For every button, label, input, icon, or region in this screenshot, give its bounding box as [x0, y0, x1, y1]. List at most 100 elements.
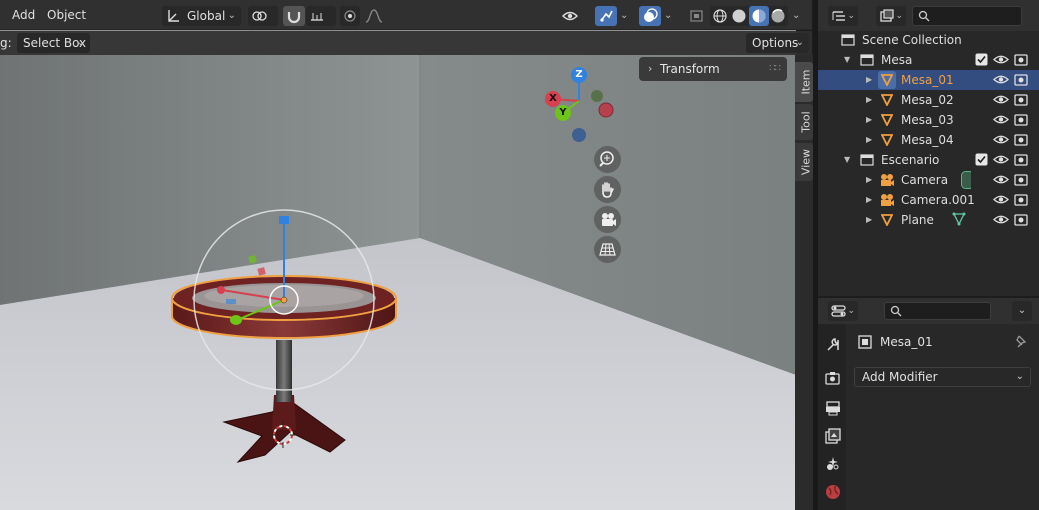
camera-view-button[interactable] — [594, 206, 621, 233]
pivot-icon — [252, 11, 267, 21]
object-name-field[interactable]: Mesa_01 — [880, 335, 933, 349]
expand-arrow-icon[interactable]: ▶ — [866, 170, 872, 190]
expand-arrow-icon[interactable]: ▶ — [866, 110, 872, 130]
chevron-down-icon[interactable]: ⌄ — [620, 10, 628, 21]
eye-icon[interactable] — [993, 73, 1009, 86]
solid-shading-icon[interactable] — [731, 8, 747, 24]
tab-view[interactable]: View — [795, 143, 813, 181]
menu-add[interactable]: Add — [12, 5, 35, 26]
tab-tool[interactable]: Tool — [795, 104, 813, 140]
proportional-edit-toggle[interactable] — [340, 6, 360, 26]
eye-icon[interactable] — [993, 173, 1009, 186]
render-camera-icon[interactable] — [1014, 213, 1028, 226]
list-item[interactable]: ▶ Mesa_04 — [818, 130, 1039, 150]
axis-x-icon[interactable]: X — [545, 91, 561, 107]
xray-toggle[interactable] — [687, 6, 707, 26]
chevron-down-icon[interactable]: ⌄ — [792, 10, 800, 21]
chevron-down-icon[interactable]: ⌄ — [664, 10, 672, 21]
pan-button[interactable] — [594, 176, 621, 203]
list-item[interactable]: Scene Collection — [818, 30, 1039, 50]
expand-arrow-icon[interactable]: ▶ — [866, 190, 872, 210]
render-icon[interactable] — [824, 370, 842, 388]
scene-icon[interactable] — [824, 455, 842, 473]
chevron-down-icon: ⌄ — [795, 37, 804, 48]
list-item[interactable]: ▶ Mesa_02 — [818, 90, 1039, 110]
eye-icon[interactable] — [993, 93, 1009, 106]
expand-arrow-icon[interactable]: ▶ — [866, 90, 872, 110]
expand-arrow-icon[interactable]: ▶ — [866, 130, 872, 150]
collection-icon — [860, 54, 874, 66]
render-camera-icon[interactable] — [1014, 133, 1028, 146]
collapse-arrow-icon[interactable]: ▼ — [844, 150, 850, 170]
editor-type-dropdown[interactable]: ⌄ — [828, 6, 858, 26]
wireframe-icon[interactable] — [712, 8, 728, 24]
zoom-button[interactable] — [594, 146, 621, 173]
eye-icon[interactable] — [993, 153, 1009, 166]
gizmo-toggle[interactable] — [595, 6, 617, 26]
tool-wrench-icon[interactable] — [824, 336, 842, 354]
render-camera-icon[interactable] — [1014, 153, 1028, 166]
expand-arrow-icon[interactable]: ▶ — [866, 210, 872, 230]
overlays-toggle[interactable] — [639, 6, 661, 26]
axis-z-icon[interactable]: Z — [571, 67, 587, 83]
eye-icon[interactable] — [993, 213, 1009, 226]
output-icon[interactable] — [824, 399, 842, 417]
eye-icon[interactable] — [993, 133, 1009, 146]
camera-object-icon — [881, 194, 894, 206]
world-icon[interactable] — [824, 483, 842, 501]
display-mode-dropdown[interactable]: ⌄ — [876, 6, 906, 26]
material-preview-button[interactable] — [749, 6, 769, 26]
list-item[interactable]: ▶ Mesa_01 — [818, 70, 1039, 90]
view-layer-icon — [880, 9, 894, 22]
axis-y-icon[interactable]: Y — [555, 105, 571, 121]
tab-item[interactable]: Item — [795, 62, 813, 102]
options-dropdown[interactable]: Options ⌄ — [746, 33, 809, 53]
list-item[interactable]: ▶ Camera — [818, 170, 1039, 190]
eye-icon[interactable] — [993, 113, 1009, 126]
checkbox-icon[interactable] — [975, 153, 988, 166]
drag-grip-icon[interactable]: ∷∷ — [769, 57, 781, 81]
transform-orientation-dropdown[interactable]: Global ⌄ — [162, 6, 241, 26]
collapse-arrow-icon[interactable]: ▼ — [844, 50, 850, 70]
render-camera-icon[interactable] — [1014, 193, 1028, 206]
list-item[interactable]: ▶ Camera.001 — [818, 190, 1039, 210]
view-layer-icon[interactable] — [824, 427, 842, 445]
visibility-dropdown[interactable] — [559, 6, 589, 26]
camera-data-icon[interactable] — [961, 171, 971, 189]
eye-icon[interactable] — [993, 53, 1009, 66]
add-modifier-dropdown[interactable]: Add Modifier ⌄ — [854, 367, 1031, 387]
pivot-point-dropdown[interactable] — [248, 6, 278, 26]
properties-editor: ⌄ ⌄ Mesa_01 Add Modifier ⌄ — [818, 298, 1039, 510]
transform-panel-header[interactable]: › Transform ∷∷ — [639, 57, 787, 81]
properties-search-input[interactable] — [884, 302, 991, 320]
checkbox-icon[interactable] — [975, 53, 988, 66]
list-item[interactable]: ▶ Mesa_03 — [818, 110, 1039, 130]
menu-object[interactable]: Object — [47, 5, 86, 26]
select-mode-dropdown[interactable]: Select Box ⌄ — [17, 33, 90, 53]
list-item[interactable]: ▼ Escenario — [818, 150, 1039, 170]
render-camera-icon[interactable] — [1014, 53, 1028, 66]
render-camera-icon[interactable] — [1014, 73, 1028, 86]
list-item[interactable]: ▶ Plane — [818, 210, 1039, 230]
rendered-shading-icon[interactable] — [770, 8, 786, 24]
render-camera-icon[interactable] — [1014, 113, 1028, 126]
render-camera-icon[interactable] — [1014, 173, 1028, 186]
outliner-search-input[interactable] — [912, 6, 1022, 26]
eye-icon[interactable] — [993, 193, 1009, 206]
falloff-dropdown[interactable] — [362, 6, 390, 26]
object-icon — [858, 335, 872, 349]
mesh-icon — [881, 134, 893, 146]
editor-type-dropdown[interactable]: ⌄ — [828, 301, 858, 321]
3d-viewport[interactable]: Z X Y › Transform ∷∷ — [0, 0, 796, 510]
expand-arrow-icon[interactable]: ▶ — [866, 70, 872, 90]
chevron-down-icon: ⌄ — [1015, 371, 1024, 382]
snap-target-dropdown[interactable] — [306, 6, 336, 26]
pin-icon[interactable] — [1014, 334, 1028, 350]
render-camera-icon[interactable] — [1014, 93, 1028, 106]
list-item[interactable]: ▼ Mesa — [818, 50, 1039, 70]
properties-tab-bar — [818, 324, 846, 510]
options-dropdown[interactable]: ⌄ — [1012, 301, 1032, 321]
snap-toggle[interactable] — [283, 6, 305, 26]
perspective-toggle-button[interactable] — [594, 236, 621, 263]
mesh-data-icon[interactable] — [952, 212, 966, 226]
